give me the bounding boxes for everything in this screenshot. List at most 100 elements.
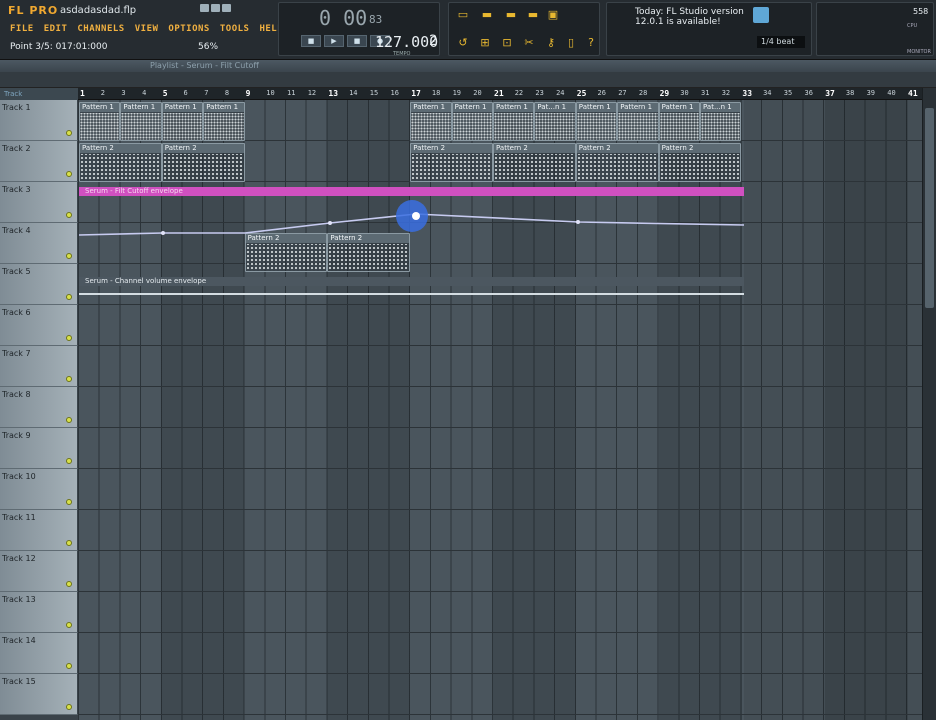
- menu-channels[interactable]: CHANNELS: [77, 24, 124, 34]
- track-lane[interactable]: [78, 592, 922, 633]
- track-header-5[interactable]: Track 5: [0, 264, 78, 305]
- pattern-clip[interactable]: Pat...n 1: [700, 102, 742, 141]
- playlist-titlebar[interactable]: Playlist - Serum - Filt Cutoff: [0, 60, 936, 72]
- track-mute-icon[interactable]: [66, 540, 72, 546]
- track-mute-icon[interactable]: [66, 253, 72, 259]
- help-icon[interactable]: ?: [585, 37, 597, 49]
- fl-logo[interactable]: FL PRO: [8, 4, 58, 17]
- track-mute-icon[interactable]: [66, 663, 72, 669]
- track-header-3[interactable]: Track 3: [0, 182, 78, 223]
- vertical-scrollbar[interactable]: [922, 88, 936, 720]
- snap-selector[interactable]: 1/4 beat: [757, 36, 805, 48]
- save-icon[interactable]: ▬: [481, 9, 493, 21]
- key-icon[interactable]: ⚷: [545, 37, 557, 49]
- track-lane[interactable]: [78, 428, 922, 469]
- export-icon[interactable]: ▬: [505, 9, 517, 21]
- pattern-clip[interactable]: Pattern 2: [161, 143, 245, 182]
- track-lane[interactable]: [78, 387, 922, 428]
- track-row: Track 14: [0, 633, 922, 674]
- track-mute-icon[interactable]: [66, 499, 72, 505]
- download-icon[interactable]: [753, 7, 769, 23]
- menu-file[interactable]: FILE: [10, 24, 34, 34]
- track-header-8[interactable]: Track 8: [0, 387, 78, 428]
- track-header-13[interactable]: Track 13: [0, 592, 78, 633]
- automation-clip-volume[interactable]: Serum - Channel volume envelope: [79, 277, 744, 297]
- render-icon[interactable]: ▬: [527, 9, 539, 21]
- news-line-1[interactable]: Today: FL Studio version: [635, 7, 744, 17]
- track-name: Track 8: [2, 390, 31, 399]
- track-header-15[interactable]: Track 15: [0, 674, 78, 715]
- image-icon[interactable]: ▣: [547, 9, 559, 21]
- track-mute-icon[interactable]: [66, 130, 72, 136]
- pattern-clip[interactable]: Pattern 2: [410, 143, 493, 182]
- pattern-clip[interactable]: Pattern 2: [327, 233, 411, 272]
- file-icon[interactable]: ▯: [565, 37, 577, 49]
- track-lane[interactable]: [78, 551, 922, 592]
- track-mute-icon[interactable]: [66, 171, 72, 177]
- pattern-clip[interactable]: Pattern 2: [244, 233, 328, 272]
- plugin-icon[interactable]: ⊡: [501, 37, 513, 49]
- track-mute-icon[interactable]: [66, 212, 72, 218]
- timeline-ruler[interactable]: 1 2 3 4 5 6 7 8 9 10 11 12 13 14 15 16 17 18 19 20 21 22 23 24 2…: [78, 88, 922, 100]
- mixer-icon[interactable]: ⊞: [479, 37, 491, 49]
- pattern-clip[interactable]: Pattern 1: [203, 102, 245, 141]
- track-mute-icon[interactable]: [66, 581, 72, 587]
- track-lane[interactable]: [78, 510, 922, 551]
- pattern-clip[interactable]: Pattern 2: [658, 143, 742, 182]
- menu-view[interactable]: VIEW: [135, 24, 159, 34]
- pattern-clip[interactable]: Pattern 1: [617, 102, 659, 141]
- track-header-6[interactable]: Track 6: [0, 305, 78, 346]
- pattern-clip[interactable]: Pattern 1: [161, 102, 204, 141]
- pattern-clip[interactable]: Pattern 2: [575, 143, 659, 182]
- pattern-clip[interactable]: Pattern 1: [120, 102, 162, 141]
- pattern-clip[interactable]: Pattern 1: [493, 102, 535, 141]
- pattern-clip[interactable]: Pattern 2: [493, 143, 576, 182]
- track-lane[interactable]: [78, 346, 922, 387]
- menu-options[interactable]: OPTIONS: [168, 24, 209, 34]
- track-mute-icon[interactable]: [66, 704, 72, 710]
- pattern-clip[interactable]: Pattern 1: [451, 102, 493, 141]
- track-mute-icon[interactable]: [66, 458, 72, 464]
- scrollbar-thumb[interactable]: [925, 108, 934, 308]
- maximize-icon[interactable]: [211, 4, 220, 12]
- track-header-14[interactable]: Track 14: [0, 633, 78, 674]
- pattern-clip[interactable]: Pattern 1: [575, 102, 618, 141]
- pattern-clip[interactable]: Pattern 1: [658, 102, 700, 141]
- track-header-9[interactable]: Track 9: [0, 428, 78, 469]
- folder-icon[interactable]: ▭: [457, 9, 469, 21]
- close-icon[interactable]: [222, 4, 231, 12]
- pattern-selector[interactable]: 2: [429, 33, 437, 49]
- track-header-12[interactable]: Track 12: [0, 551, 78, 592]
- ruler-bar-number: 7: [204, 89, 209, 97]
- song-mode-button[interactable]: ■: [301, 35, 321, 47]
- track-header-10[interactable]: Track 10: [0, 469, 78, 510]
- news-line-2[interactable]: 12.0.1 is available!: [635, 17, 721, 27]
- track-lane[interactable]: [78, 633, 922, 674]
- minimize-icon[interactable]: [200, 4, 209, 12]
- pattern-clip[interactable]: Pattern 2: [79, 143, 162, 182]
- play-button[interactable]: ▶: [324, 35, 344, 47]
- track-lane[interactable]: [78, 305, 922, 346]
- track-header-7[interactable]: Track 7: [0, 346, 78, 387]
- track-mute-icon[interactable]: [66, 294, 72, 300]
- stop-button[interactable]: ■: [347, 35, 367, 47]
- automation-clip-filt-cutoff[interactable]: Serum - Filt Cutoff envelope: [79, 187, 744, 235]
- track-mute-icon[interactable]: [66, 335, 72, 341]
- track-header-2[interactable]: Track 2: [0, 141, 78, 182]
- track-header-1[interactable]: Track 1: [0, 100, 78, 141]
- track-mute-icon[interactable]: [66, 622, 72, 628]
- track-header-11[interactable]: Track 11: [0, 510, 78, 551]
- ruler-bar-number: 12: [307, 89, 317, 97]
- pattern-clip[interactable]: Pattern 1: [79, 102, 121, 141]
- track-header-4[interactable]: Track 4: [0, 223, 78, 264]
- track-lane[interactable]: [78, 469, 922, 510]
- menu-edit[interactable]: EDIT: [44, 24, 68, 34]
- pattern-clip[interactable]: Pat...n 1: [534, 102, 576, 141]
- menu-tools[interactable]: TOOLS: [220, 24, 250, 34]
- track-lane[interactable]: [78, 674, 922, 715]
- track-mute-icon[interactable]: [66, 376, 72, 382]
- undo-icon[interactable]: ↺: [457, 37, 469, 49]
- track-mute-icon[interactable]: [66, 417, 72, 423]
- cut-icon[interactable]: ✂: [523, 37, 535, 49]
- pattern-clip[interactable]: Pattern 1: [410, 102, 452, 141]
